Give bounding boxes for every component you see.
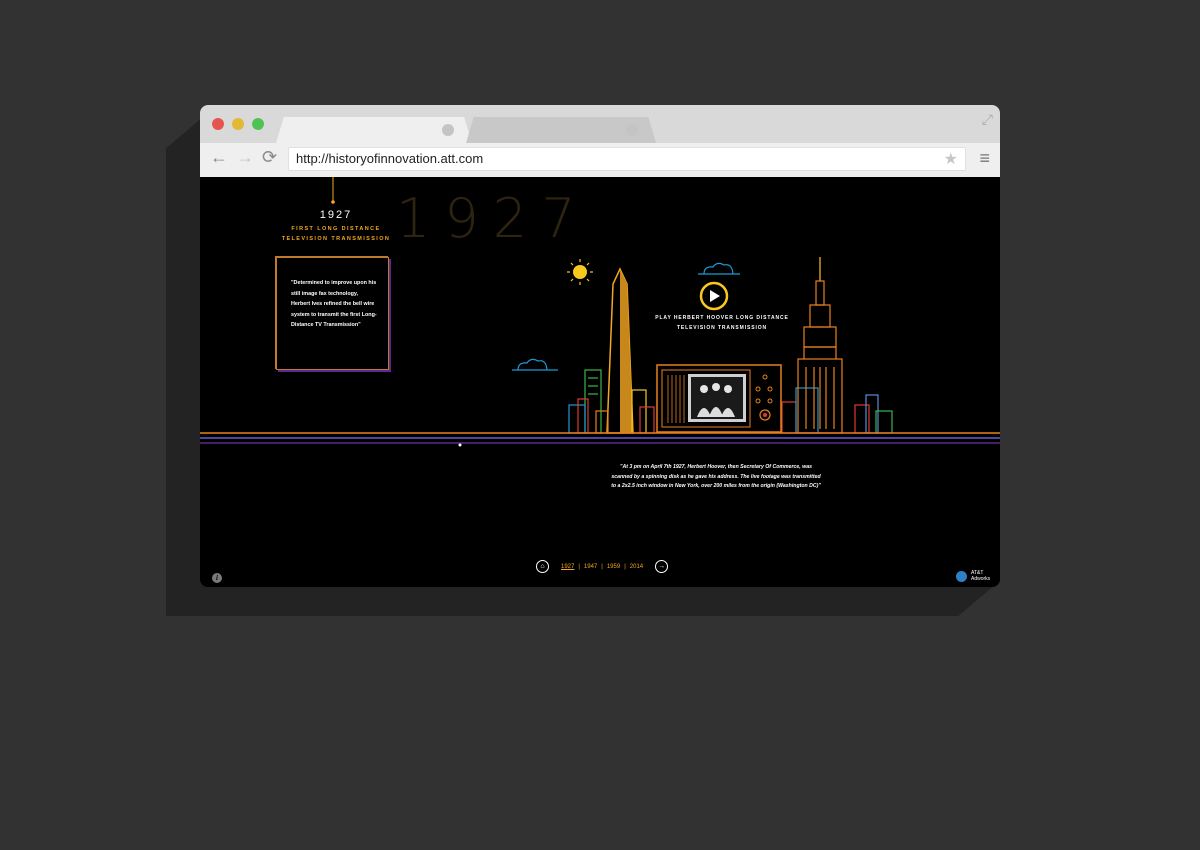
timeline-separator: | bbox=[624, 563, 626, 570]
home-icon[interactable]: ⌂ bbox=[536, 560, 549, 573]
empire-state-building-icon bbox=[797, 257, 843, 434]
tab-active[interactable] bbox=[276, 117, 472, 143]
arrow-right-icon[interactable]: → bbox=[655, 560, 669, 573]
browser-toolbar: ← → ⟳ http://historyofinnovation.att.com… bbox=[200, 143, 1000, 177]
expand-icon[interactable]: ⤢ bbox=[982, 111, 993, 128]
tab-close-icon[interactable] bbox=[442, 124, 454, 136]
address-bar[interactable]: http://historyofinnovation.att.com ★ bbox=[288, 147, 966, 171]
television-icon bbox=[656, 364, 782, 433]
title-bar: ⤢ bbox=[200, 105, 1000, 143]
event-title: FIRST LONG DISTANCE TELEVISION TRANSMISS… bbox=[276, 224, 396, 244]
timeline-year-1947[interactable]: 1947 bbox=[584, 564, 597, 570]
tab-close-icon[interactable] bbox=[626, 124, 638, 136]
monument-icon bbox=[606, 267, 634, 434]
forward-button[interactable]: → bbox=[236, 147, 254, 168]
back-button[interactable]: ← bbox=[210, 147, 228, 168]
play-button-icon[interactable] bbox=[699, 281, 729, 311]
event-year: 1927 bbox=[319, 209, 353, 221]
browser-window: ⤢ ← → ⟳ http://historyofinnovation.att.c… bbox=[200, 105, 1000, 587]
event-heading: 1927 FIRST LONG DISTANCE TELEVISION TRAN… bbox=[276, 177, 396, 244]
play-label-line2[interactable]: TELEVISION TRANSMISSION bbox=[654, 323, 790, 333]
timeline-nav: ⌂ 1927 | 1947 | 1959 | 2014 → bbox=[536, 560, 669, 573]
timeline-year-2014[interactable]: 2014 bbox=[630, 564, 643, 570]
sun-icon bbox=[567, 259, 593, 285]
info-icon[interactable]: i bbox=[212, 573, 222, 583]
att-logo-icon[interactable] bbox=[956, 571, 967, 582]
quote-box: "Determined to improve upon his still im… bbox=[276, 257, 389, 370]
event-caption: "At 3 pm on April 7th 1927, Herbert Hoov… bbox=[611, 464, 821, 489]
timeline-year-1959[interactable]: 1959 bbox=[607, 564, 620, 570]
event-title-line1: FIRST LONG DISTANCE bbox=[291, 226, 381, 232]
close-window-button[interactable] bbox=[212, 118, 224, 130]
att-logo-text[interactable]: AT&T Adworks bbox=[971, 570, 990, 582]
timeline-separator: | bbox=[578, 563, 580, 570]
browser-menu-button[interactable]: ≡ bbox=[979, 148, 990, 169]
page-content: 1927 1927 FIRST LONG DISTANCE TELEVISION… bbox=[200, 177, 1000, 587]
maximize-window-button[interactable] bbox=[252, 118, 264, 130]
quote-text: "Determined to improve upon his still im… bbox=[291, 280, 377, 328]
timeline-year-1927[interactable]: 1927 bbox=[561, 564, 574, 570]
minimize-window-button[interactable] bbox=[232, 118, 244, 130]
cloud-icon bbox=[698, 262, 740, 275]
timeline-separator: | bbox=[601, 563, 603, 570]
timeline-marker bbox=[458, 443, 462, 447]
reload-button[interactable]: ⟳ bbox=[262, 147, 277, 168]
logo-line2: Adworks bbox=[971, 576, 991, 582]
bookmark-star-icon[interactable]: ★ bbox=[944, 149, 958, 169]
play-video-label[interactable]: PLAY HERBERT HOOVER LONG DISTANCE TELEVI… bbox=[654, 313, 790, 333]
event-title-line2: TELEVISION TRANSMISSION bbox=[281, 236, 391, 242]
tab-inactive[interactable] bbox=[466, 117, 656, 143]
url-text[interactable]: http://historyofinnovation.att.com bbox=[296, 151, 483, 166]
cloud-icon bbox=[512, 358, 558, 371]
play-label-line1[interactable]: PLAY HERBERT HOOVER LONG DISTANCE bbox=[654, 313, 790, 323]
